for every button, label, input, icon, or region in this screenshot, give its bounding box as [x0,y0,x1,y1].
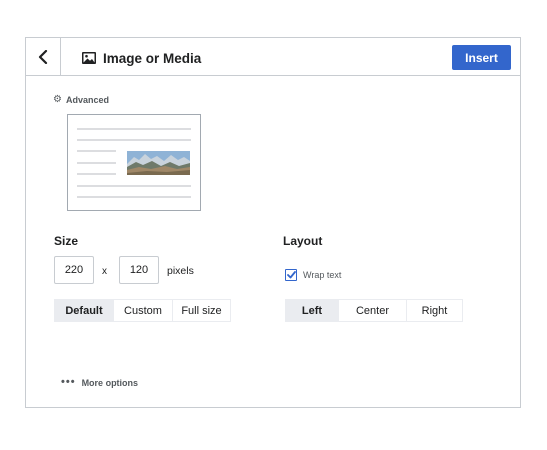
size-option-full-size[interactable]: Full size [173,300,230,321]
back-button[interactable] [26,38,61,75]
layout-options: Left Center Right [285,299,463,322]
layout-option-right[interactable]: Right [407,300,462,321]
more-options-label: More options [81,377,139,388]
width-input[interactable] [54,256,94,284]
gear-icon: ⚙ [53,94,62,105]
unit-label: pixels [167,265,194,277]
layout-option-center[interactable]: Center [339,300,407,321]
insert-button[interactable]: Insert [452,45,511,70]
image-icon [82,52,96,64]
advanced-toggle[interactable]: ⚙ Advanced [53,94,109,106]
ellipsis-icon: ••• [61,376,76,388]
size-option-custom[interactable]: Custom [114,300,173,321]
wrap-text-label: Wrap text [303,270,342,280]
height-input[interactable] [119,256,159,284]
preview-text-line [77,150,116,152]
preview-text-line [77,196,191,198]
more-options-toggle[interactable]: ••• More options [61,377,138,388]
layout-heading: Layout [283,234,323,248]
dialog-title: Image or Media [103,50,202,66]
size-heading: Size [54,234,79,248]
advanced-label: Advanced [65,95,109,105]
preview-text-line [77,162,116,164]
image-media-dialog: Image or Media Insert ⚙ Advanced Size x … [25,37,521,408]
dialog-title-group: Image or Media [82,48,201,68]
preview-text-line [77,185,191,187]
dialog-header: Image or Media Insert [26,38,520,76]
preview-text-line [77,128,191,130]
wrap-text-checkbox[interactable] [285,269,297,281]
size-separator: x [102,266,107,277]
checkmark-icon [286,271,296,279]
layout-preview [67,114,201,211]
chevron-left-icon [38,49,48,64]
preview-mountain-image [127,151,190,175]
size-options: Default Custom Full size [54,299,231,322]
layout-option-left[interactable]: Left [286,300,339,321]
preview-text-line [77,139,191,141]
size-option-default[interactable]: Default [55,300,114,321]
preview-text-line [77,173,116,175]
wrap-text-row: Wrap text [285,269,341,281]
